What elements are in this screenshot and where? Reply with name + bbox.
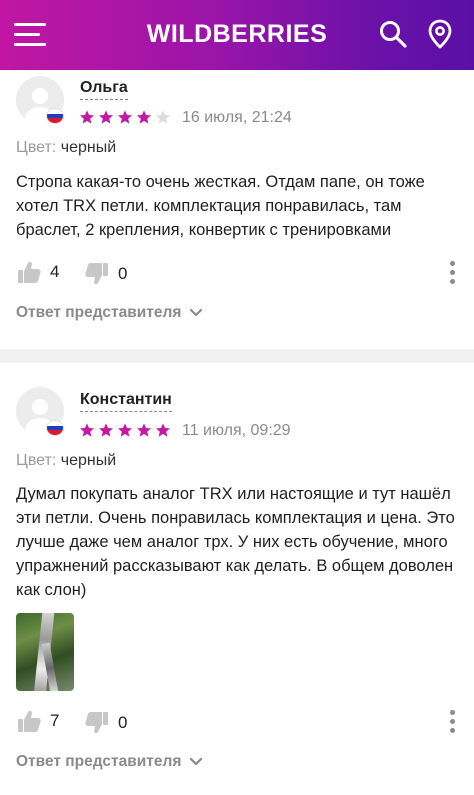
review-text: Думал покупать аналог TRX или настоящие … [16, 485, 455, 599]
review-photo[interactable] [16, 613, 74, 691]
dislike-button[interactable]: 0 [84, 261, 127, 287]
thumbs-up-icon [18, 261, 41, 283]
star-filled-icon [118, 423, 132, 437]
star-filled-icon [137, 423, 151, 437]
representative-reply-toggle[interactable]: Ответ представителя [16, 303, 203, 323]
reply-label: Ответ представителя [16, 304, 182, 321]
dislike-count: 0 [118, 713, 128, 732]
location-pin-icon[interactable] [425, 19, 455, 49]
like-count: 4 [50, 262, 60, 281]
review-separator [0, 349, 474, 363]
star-filled-icon [99, 110, 113, 124]
color-label: Цвет: [16, 452, 57, 469]
review-card: Ольга 16 июля, 21:24 Цвет: черный Стропа… [0, 70, 474, 349]
dislike-count: 0 [118, 264, 128, 283]
star-empty-icon [156, 110, 170, 124]
thumbs-up-icon [18, 710, 41, 732]
star-filled-icon [99, 423, 113, 437]
color-label: Цвет: [16, 139, 57, 156]
like-count: 7 [50, 711, 60, 730]
color-attribute: Цвет: черный [16, 138, 116, 158]
more-options-icon[interactable] [444, 259, 460, 287]
star-filled-icon [118, 110, 132, 124]
reply-label: Ответ представителя [16, 753, 182, 770]
like-button[interactable]: 7 [16, 708, 59, 734]
chevron-down-icon [190, 308, 203, 317]
review-author[interactable]: Константин [80, 390, 172, 412]
review-date: 11 июля, 09:29 [182, 422, 291, 439]
color-value: черный [60, 139, 117, 156]
like-button[interactable]: 4 [16, 259, 59, 285]
thumbs-down-icon [85, 263, 108, 285]
star-filled-icon [156, 423, 170, 437]
top-app-bar: WILDBERRIES [0, 0, 474, 70]
chevron-down-icon [190, 757, 203, 766]
color-value: черный [60, 452, 117, 469]
russia-flag-icon [46, 420, 64, 436]
review-date: 16 июля, 21:24 [182, 109, 292, 126]
color-attribute: Цвет: черный [16, 451, 116, 471]
dislike-button[interactable]: 0 [84, 710, 127, 736]
star-filled-icon [80, 110, 94, 124]
russia-flag-icon [46, 108, 64, 124]
representative-reply-toggle[interactable]: Ответ представителя [16, 752, 203, 772]
review-text: Стропа какая-то очень жесткая. Отдам пап… [16, 173, 425, 239]
thumbs-down-icon [85, 712, 108, 734]
more-options-icon[interactable] [444, 708, 460, 736]
review-card: Константин 11 июля, 09:29 Цвет: черный Д… [0, 363, 474, 795]
star-filled-icon [137, 110, 151, 124]
search-icon[interactable] [378, 19, 408, 49]
star-filled-icon [80, 423, 94, 437]
rating-stars [79, 109, 171, 127]
review-author[interactable]: Ольга [80, 78, 128, 100]
rating-stars [79, 422, 171, 440]
